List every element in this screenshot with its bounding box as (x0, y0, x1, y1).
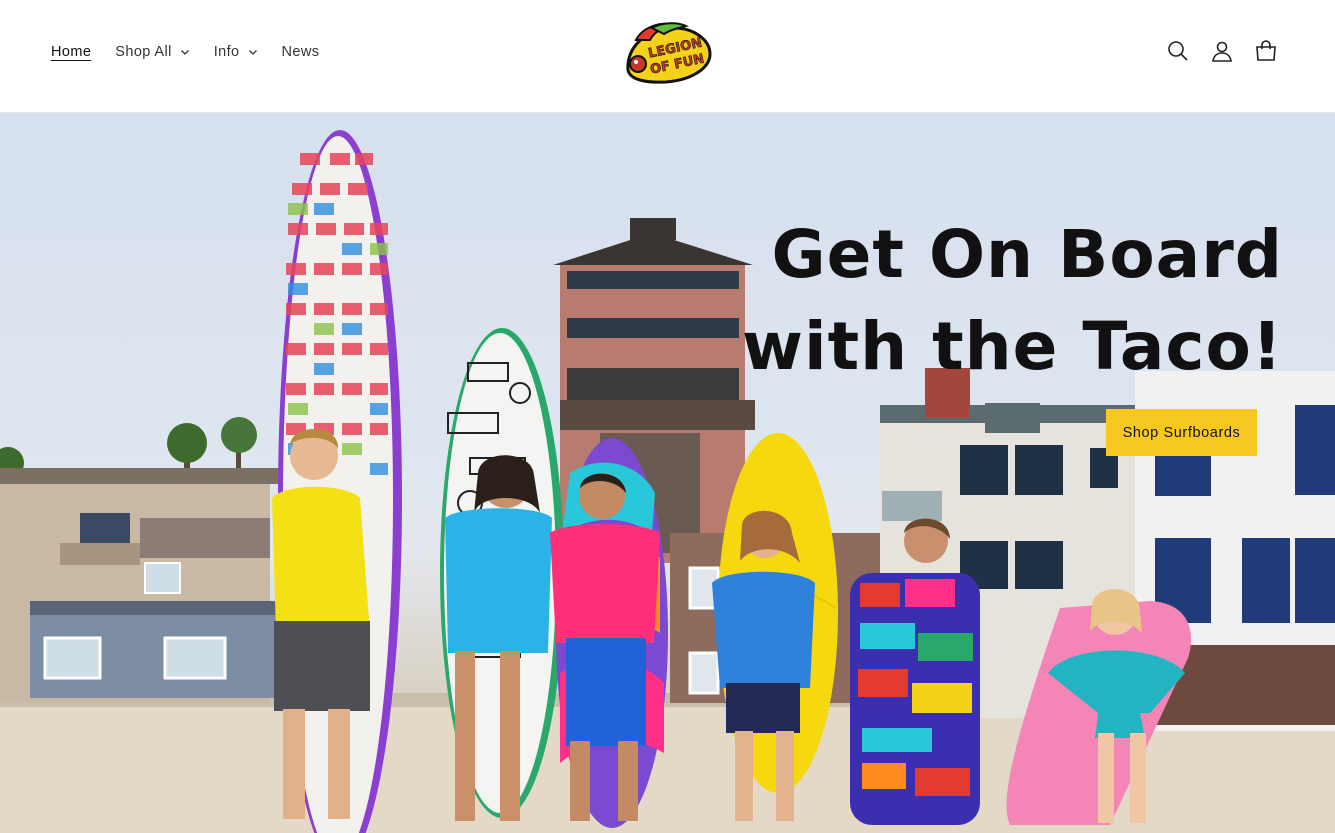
main-nav: Home Shop All Info News (51, 41, 343, 63)
hero-heading-line2: with the Taco! (741, 308, 1283, 385)
hero-heading-line1: Get On Board (771, 216, 1283, 293)
site-logo[interactable]: LEGION OF FUN (622, 18, 714, 86)
nav-item-info[interactable]: Info (214, 41, 258, 63)
account-button[interactable] (1209, 38, 1235, 64)
cart-icon (1256, 40, 1276, 61)
site-header: Home Shop All Info News LEGION OF FUN (0, 0, 1335, 113)
search-icon (1168, 41, 1188, 61)
taco-logo-icon: LEGION OF FUN (626, 22, 712, 84)
bodyboard-comic (850, 573, 980, 825)
nav-item-label: News (281, 44, 320, 60)
search-button[interactable] (1165, 38, 1191, 64)
hero-heading: Get On Board with the Taco! (643, 209, 1283, 393)
chevron-down-icon (248, 50, 257, 55)
nav-item-label: Home (51, 44, 92, 60)
hero-banner: Get On Board with the Taco! Shop Surfboa… (0, 113, 1335, 833)
nav-item-shop-all[interactable]: Shop All (115, 41, 189, 63)
nav-item-label: Info (213, 44, 240, 60)
nav-item-home[interactable]: Home (51, 41, 91, 63)
account-icon (1212, 41, 1232, 62)
header-icons (1147, 38, 1279, 64)
nav-item-label: Shop All (115, 44, 172, 60)
shop-surfboards-button[interactable]: Shop Surfboards (1106, 409, 1257, 456)
cart-button[interactable] (1253, 38, 1279, 64)
nav-item-news[interactable]: News (282, 41, 320, 63)
chevron-down-icon (180, 50, 189, 55)
